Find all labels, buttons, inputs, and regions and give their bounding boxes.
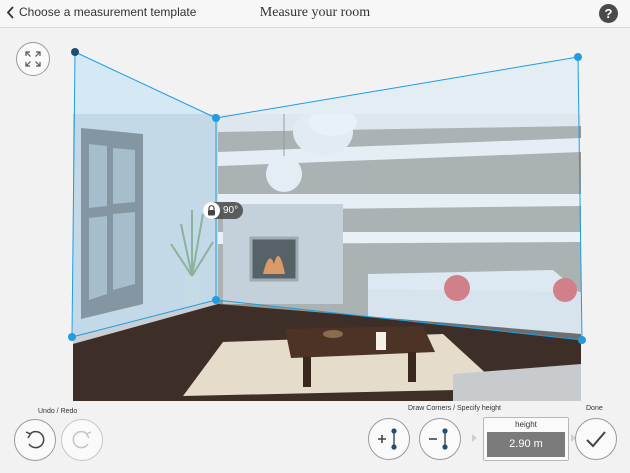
corner-handle-top-left[interactable] (71, 48, 79, 56)
done-label: Done (586, 405, 603, 412)
top-bar: Choose a measurement template Measure yo… (0, 0, 630, 28)
room-photo (73, 114, 581, 401)
undo-button[interactable] (14, 419, 56, 461)
back-button-label: Choose a measurement template (19, 5, 197, 19)
remove-corner-button[interactable] (419, 418, 461, 460)
angle-value: 90° (223, 205, 239, 216)
add-corner-icon (378, 428, 397, 450)
corner-handle-bottom-left[interactable] (68, 333, 76, 341)
help-button[interactable]: ? (599, 4, 618, 23)
redo-button[interactable] (61, 419, 103, 461)
height-field-label: height (515, 420, 537, 429)
ceiling-edge-left (74, 51, 217, 119)
done-button[interactable] (575, 418, 617, 460)
height-field-value[interactable]: 2.90 m (487, 432, 565, 457)
angle-lock-badge[interactable]: 90° (203, 202, 244, 219)
ceiling-edge-right (215, 56, 579, 119)
back-button[interactable]: Choose a measurement template (6, 5, 196, 19)
height-field[interactable]: height 2.90 m (483, 417, 569, 461)
draw-corners-label: Draw Corners / Specify height (408, 405, 501, 412)
chevron-left-icon (6, 5, 14, 19)
add-corner-button[interactable] (368, 418, 410, 460)
fullscreen-button[interactable] (16, 42, 50, 76)
corner-handle-top-center[interactable] (212, 114, 220, 122)
undo-icon (25, 430, 45, 449)
corner-handle-bottom-center[interactable] (212, 296, 220, 304)
checkmark-icon (586, 431, 606, 448)
undo-redo-label: Undo / Redo (38, 408, 78, 415)
redo-icon (72, 430, 92, 449)
corner-handle-top-right[interactable] (574, 53, 582, 61)
lock-icon (203, 202, 220, 219)
corner-handle-bottom-right[interactable] (578, 336, 586, 344)
separator-arrow-left (472, 434, 477, 442)
remove-corner-icon (429, 428, 448, 450)
expand-icon (25, 51, 41, 67)
